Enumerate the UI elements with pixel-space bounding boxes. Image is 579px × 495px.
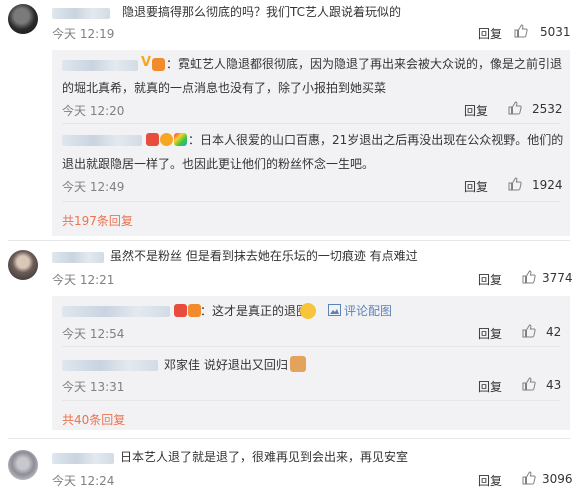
reply-time: 今天 12:20 (62, 104, 125, 118)
comment-time: 今天 12:19 (52, 27, 115, 41)
divider (62, 123, 560, 124)
verified-icon: V (141, 55, 152, 70)
username[interactable] (62, 306, 170, 317)
username[interactable] (52, 252, 104, 263)
reply-time: 今天 12:54 (62, 327, 125, 341)
comment-time: 今天 12:21 (52, 273, 115, 287)
reply-button[interactable]: 回复 (478, 378, 502, 395)
username[interactable] (52, 453, 114, 464)
level-badge-icon (160, 133, 173, 146)
divider (62, 400, 560, 401)
like-count: 3774 (542, 271, 573, 285)
like-count: 2532 (532, 102, 563, 116)
like-icon[interactable] (522, 377, 536, 391)
like-count: 1924 (532, 178, 563, 192)
medal-icon (174, 133, 187, 146)
username[interactable] (52, 8, 110, 19)
more-replies-link[interactable]: 共40条回复 (62, 411, 125, 428)
like-icon[interactable] (522, 471, 536, 485)
avatar[interactable] (8, 450, 38, 480)
vip-badge-icon (174, 304, 187, 317)
reply-text: 邓家佳 说好退出又回归 (164, 358, 288, 372)
username[interactable] (62, 135, 142, 146)
avatar[interactable] (8, 4, 38, 34)
like-icon[interactable] (514, 24, 528, 38)
like-icon[interactable] (508, 177, 522, 191)
like-icon[interactable] (522, 324, 536, 338)
avatar[interactable] (8, 250, 38, 280)
more-replies-link[interactable]: 共197条回复 (62, 212, 133, 229)
reply-button[interactable]: 回复 (478, 325, 502, 342)
emoji-cat-icon (290, 356, 306, 372)
reply-time: 今天 13:31 (62, 380, 125, 394)
reply-text-line: 退出就跟隐居一样了。也因此更让他们的粉丝怀念一生吧。 (62, 157, 375, 171)
like-icon[interactable] (508, 101, 522, 115)
reply-button[interactable]: 回复 (478, 25, 502, 42)
reply-time: 今天 12:49 (62, 180, 125, 194)
reply-text-line: 的堀北真希，就真的一点消息也没有了，除了小报拍到她买菜 (62, 81, 387, 95)
username[interactable] (62, 360, 158, 371)
like-icon[interactable] (522, 270, 536, 284)
reply-button[interactable]: 回复 (464, 178, 488, 195)
like-count: 43 (546, 378, 562, 392)
reply-button[interactable]: 回复 (478, 271, 502, 288)
level-badge-icon (152, 58, 165, 71)
comment-image-link[interactable]: 评论配图 (344, 302, 392, 319)
comment-text: 虽然不是粉丝 但是看到抹去她在乐坛的一切痕迹 有点难过 (110, 249, 418, 263)
reply-button[interactable]: 回复 (464, 102, 488, 119)
comment-text: 日本艺人退了就是退了，很难再见到会出来，再见安室 (120, 450, 409, 464)
like-count: 42 (546, 325, 562, 339)
divider (62, 201, 560, 202)
comment-time: 今天 12:24 (52, 474, 115, 488)
divider (8, 438, 570, 439)
divider (62, 346, 560, 347)
reply-text: ：这才是真正的退圈 (200, 304, 309, 318)
reply-text-line: ：日本人很爱的山口百惠，21岁退出之后再没出现在公众视野。他们的 (188, 133, 564, 147)
like-count: 3096 (542, 472, 573, 486)
comment-text: 隐退要搞得那么彻底的吗？我们TC艺人跟说着玩似的 (122, 5, 402, 19)
username[interactable] (62, 60, 138, 71)
vip-badge-icon (146, 133, 159, 146)
image-icon[interactable] (328, 304, 341, 319)
divider (8, 240, 570, 241)
reply-text-line: ：霓虹艺人隐退都很彻底，因为隐退了再出来会被大众说的，像是之前引退 (166, 57, 563, 71)
like-count: 5031 (540, 25, 571, 39)
emoji-sad-icon (300, 303, 316, 319)
reply-button[interactable]: 回复 (478, 472, 502, 489)
